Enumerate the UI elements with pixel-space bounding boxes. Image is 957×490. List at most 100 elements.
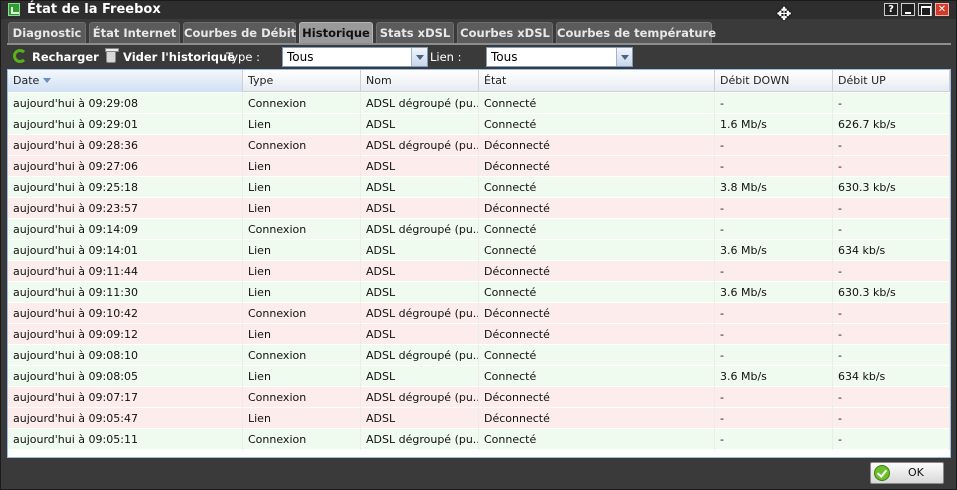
table-row[interactable]: aujourd'hui à 09:29:08 Connexion ADSL dégr… — [8, 93, 950, 114]
chevron-down-icon[interactable] — [411, 48, 427, 66]
cell-type: Lien — [243, 261, 361, 282]
header-label: Type — [248, 74, 274, 87]
cell-name: ADSL — [361, 366, 479, 387]
title-bar[interactable]: État de la Freebox ✥ ? ✕ — [1, 1, 956, 25]
table-row[interactable]: aujourd'hui à 09:25:18 Lien ADSL Connecté 3.… — [8, 177, 950, 198]
trash-icon[interactable] — [105, 48, 119, 63]
cell-name: ADSL — [361, 240, 479, 261]
cell-name: ADSL dégroupé (pu... — [361, 387, 479, 408]
cell-type: Connexion — [243, 219, 361, 240]
table-row[interactable]: aujourd'hui à 09:10:42 Connexion ADSL dégr… — [8, 303, 950, 324]
cell-state: Déconnecté — [479, 303, 715, 324]
cell-name: ADSL — [361, 177, 479, 198]
table-row[interactable]: aujourd'hui à 09:08:10 Connexion ADSL dégr… — [8, 345, 950, 366]
header-col-name[interactable]: Nom — [361, 70, 479, 92]
table-row[interactable]: aujourd'hui à 09:08:05 Lien ADSL Connecté 3.… — [8, 366, 950, 387]
cell-down: - — [715, 156, 833, 177]
close-button[interactable]: ✕ — [935, 3, 949, 16]
cell-date: aujourd'hui à 09:27:06 — [8, 156, 243, 177]
cell-date: aujourd'hui à 09:14:01 — [8, 240, 243, 261]
cell-date: aujourd'hui à 09:08:10 — [8, 345, 243, 366]
header-col-date[interactable]: Date — [8, 70, 243, 92]
sort-descending-icon[interactable] — [43, 78, 52, 83]
cell-state: Déconnecté — [479, 408, 715, 429]
table-row[interactable]: aujourd'hui à 09:23:57 Lien ADSL Déconnecté… — [8, 198, 950, 219]
table-row[interactable]: aujourd'hui à 09:05:47 Lien ADSL Déconnecté… — [8, 408, 950, 429]
table-row[interactable]: aujourd'hui à 09:29:01 Lien ADSL Connecté 1.… — [8, 114, 950, 135]
cell-down: - — [715, 261, 833, 282]
cell-state: Connecté — [479, 429, 715, 450]
type-filter-label: Type : — [226, 50, 260, 64]
cell-down: - — [715, 135, 833, 156]
tab-3[interactable]: Courbes de Débit — [183, 22, 296, 43]
table-row[interactable]: aujourd'hui à 09:07:17 Connexion ADSL dégr… — [8, 387, 950, 408]
table-row[interactable]: aujourd'hui à 09:05:11 Connexion ADSL dégr… — [8, 429, 950, 450]
tab-7[interactable]: Courbes de température — [556, 22, 716, 43]
cell-date: aujourd'hui à 09:05:47 — [8, 408, 243, 429]
table-row[interactable]: aujourd'hui à 09:14:01 Lien ADSL Connecté 3.… — [8, 240, 950, 261]
cell-up: - — [833, 324, 950, 345]
cell-down: - — [715, 219, 833, 240]
header-col-state[interactable]: État — [479, 70, 715, 92]
cell-name: ADSL dégroupé (pu... — [361, 135, 479, 156]
cell-state: Connecté — [479, 282, 715, 303]
cell-up: - — [833, 219, 950, 240]
cell-state: Déconnecté — [479, 324, 715, 345]
cell-state: Connecté — [479, 345, 715, 366]
ok-button[interactable]: OK — [870, 462, 944, 484]
cell-type: Lien — [243, 240, 361, 261]
table-row[interactable]: aujourd'hui à 09:11:44 Lien ADSL Déconnecté… — [8, 261, 950, 282]
type-filter-select[interactable]: Tous — [282, 47, 428, 67]
cell-up: - — [833, 198, 950, 219]
link-filter-select[interactable]: Tous — [486, 47, 633, 67]
cell-type: Connexion — [243, 93, 361, 114]
type-filter-value: Tous — [287, 50, 314, 64]
tab-2[interactable]: État Internet — [89, 22, 180, 43]
cell-state: Connecté — [479, 366, 715, 387]
header-col-down[interactable]: Débit DOWN — [715, 70, 833, 92]
minimize-button[interactable] — [901, 3, 915, 16]
cell-date: aujourd'hui à 09:29:08 — [8, 93, 243, 114]
clear-history-button[interactable]: Vider l'historique — [123, 48, 235, 67]
cell-state: Déconnecté — [479, 156, 715, 177]
cell-down: - — [715, 408, 833, 429]
table-row[interactable]: aujourd'hui à 09:09:12 Lien ADSL Déconnecté… — [8, 324, 950, 345]
cell-date: aujourd'hui à 09:11:44 — [8, 261, 243, 282]
cell-state: Connecté — [479, 93, 715, 114]
cell-up: - — [833, 93, 950, 114]
table-row[interactable]: aujourd'hui à 09:14:09 Connexion ADSL dégr… — [8, 219, 950, 240]
tab-5[interactable]: Stats xDSL — [376, 22, 454, 43]
cell-up: 634 kb/s — [833, 366, 950, 387]
table-row[interactable]: aujourd'hui à 09:28:36 Connexion ADSL dégr… — [8, 135, 950, 156]
ok-button-label: OK — [908, 466, 924, 479]
reload-icon[interactable] — [13, 49, 27, 63]
cell-date: aujourd'hui à 09:25:18 — [8, 177, 243, 198]
cell-down: - — [715, 345, 833, 366]
table-row[interactable]: aujourd'hui à 09:11:30 Lien ADSL Connecté 3.… — [8, 282, 950, 303]
cell-up: - — [833, 345, 950, 366]
cell-date: aujourd'hui à 09:11:30 — [8, 282, 243, 303]
maximize-button[interactable] — [918, 3, 932, 16]
header-col-type[interactable]: Type — [243, 70, 361, 92]
link-filter-label: Lien : — [430, 50, 462, 64]
cell-date: aujourd'hui à 09:09:12 — [8, 324, 243, 345]
cell-type: Connexion — [243, 303, 361, 324]
reload-button[interactable]: Recharger — [32, 48, 99, 67]
cell-state: Déconnecté — [479, 135, 715, 156]
cell-date: aujourd'hui à 09:23:57 — [8, 198, 243, 219]
cell-type: Lien — [243, 408, 361, 429]
cell-date: aujourd'hui à 09:05:11 — [8, 429, 243, 450]
help-button[interactable]: ? — [884, 3, 898, 16]
cell-name: ADSL — [361, 282, 479, 303]
link-filter-value: Tous — [491, 50, 518, 64]
header-col-up[interactable]: Débit UP — [833, 70, 950, 92]
cell-date: aujourd'hui à 09:08:05 — [8, 366, 243, 387]
tab-4[interactable]: Historique — [299, 22, 373, 43]
table-row[interactable]: aujourd'hui à 09:27:06 Lien ADSL Déconnecté… — [8, 156, 950, 177]
tab-6[interactable]: Courbes xDSL — [457, 22, 553, 43]
cell-name: ADSL — [361, 408, 479, 429]
chevron-down-icon[interactable] — [616, 48, 632, 66]
freebox-status-window: État de la Freebox ✥ ? ✕ Diagnostic État … — [0, 0, 957, 490]
cell-up: 626.7 kb/s — [833, 114, 950, 135]
tab-1[interactable]: Diagnostic — [8, 22, 86, 43]
